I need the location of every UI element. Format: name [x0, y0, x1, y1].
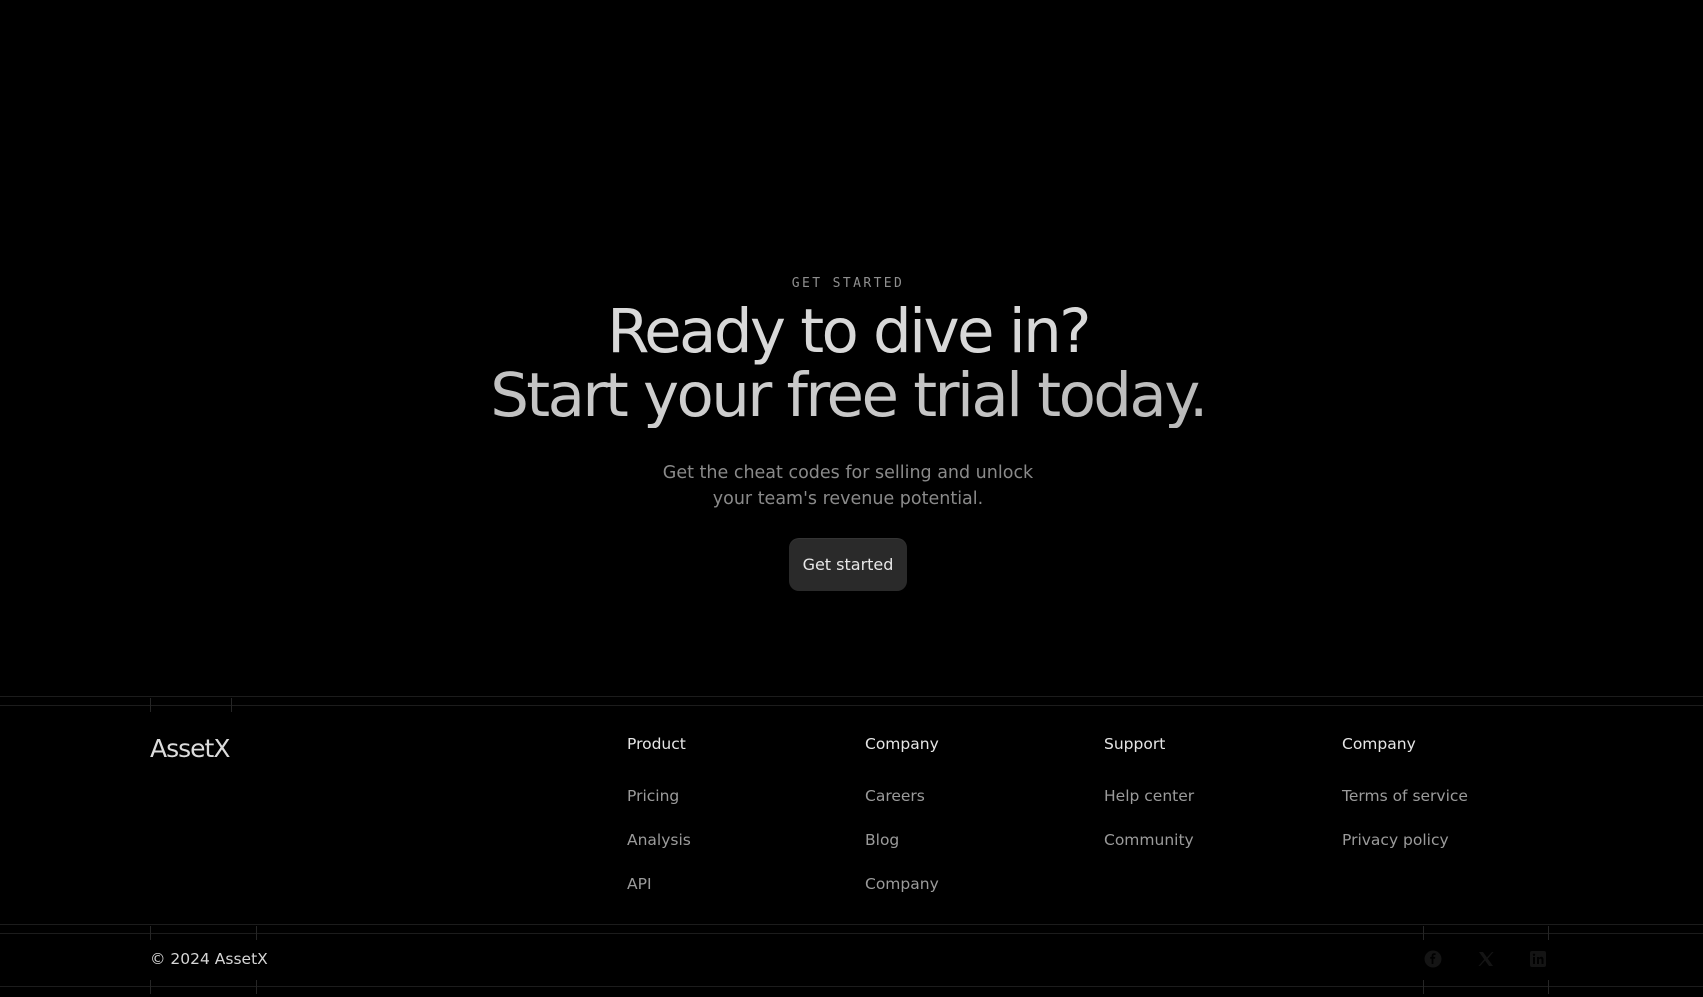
hero-headline: Ready to dive in? Start your free trial … [0, 300, 1696, 428]
get-started-button[interactable]: Get started [789, 538, 907, 591]
x-icon[interactable] [1476, 949, 1496, 969]
footer-link-terms[interactable]: Terms of service [1342, 787, 1562, 807]
copyright-text: © 2024 AssetX [150, 950, 268, 968]
footer-column-support: Support Help center Community [1104, 735, 1324, 875]
divider-line [0, 705, 1703, 706]
facebook-icon[interactable] [1423, 949, 1443, 969]
grid-tick [256, 980, 257, 994]
grid-tick [1423, 980, 1424, 994]
footer-column-product: Product Pricing Analysis API [627, 735, 847, 919]
footer-column-title: Company [865, 735, 939, 753]
linkedin-icon [1530, 951, 1546, 967]
page: GET STARTED Ready to dive in? Start your… [0, 0, 1703, 997]
footer-link-help-center[interactable]: Help center [1104, 787, 1324, 807]
grid-tick [1423, 926, 1424, 940]
eyebrow-label: GET STARTED [791, 276, 905, 291]
footer-column-legal: Company Terms of service Privacy policy [1342, 735, 1562, 875]
cta-section: GET STARTED Ready to dive in? Start your… [0, 0, 1703, 696]
subtitle-line-1: Get the cheat codes for selling and unlo… [662, 463, 1034, 483]
linkedin-icon[interactable] [1528, 949, 1548, 969]
grid-tick [256, 926, 257, 940]
headline-line-2: Start your free trial today. [0, 364, 1696, 428]
footer-column-title: Product [627, 735, 686, 753]
footer-link-company[interactable]: Company [865, 875, 1085, 895]
grid-tick [150, 698, 151, 712]
footer-link-pricing[interactable]: Pricing [627, 787, 847, 807]
grid-tick [150, 980, 151, 994]
headline-line-1: Ready to dive in? [607, 296, 1091, 367]
footer-column-title: Company [1342, 735, 1416, 753]
footer-link-careers[interactable]: Careers [865, 787, 1085, 807]
footer-logo[interactable]: AssetX [150, 734, 230, 763]
footer-column-title: Support [1104, 735, 1166, 753]
footer-link-privacy[interactable]: Privacy policy [1342, 831, 1562, 851]
footer-link-blog[interactable]: Blog [865, 831, 1085, 851]
x-icon [1478, 952, 1494, 966]
grid-tick [150, 926, 151, 940]
footer-link-api[interactable]: API [627, 875, 847, 895]
divider-line [0, 696, 1703, 697]
footer-column-company: Company Careers Blog Company [865, 735, 1085, 919]
facebook-icon [1424, 950, 1442, 968]
grid-tick [1548, 980, 1549, 994]
footer-link-analysis[interactable]: Analysis [627, 831, 847, 851]
hero-subtitle: Get the cheat codes for selling and unlo… [0, 460, 1696, 512]
grid-tick [1548, 926, 1549, 940]
subtitle-line-2: your team's revenue potential. [712, 489, 984, 509]
footer-link-community[interactable]: Community [1104, 831, 1324, 851]
divider-line [0, 924, 1703, 925]
grid-tick [231, 698, 232, 712]
